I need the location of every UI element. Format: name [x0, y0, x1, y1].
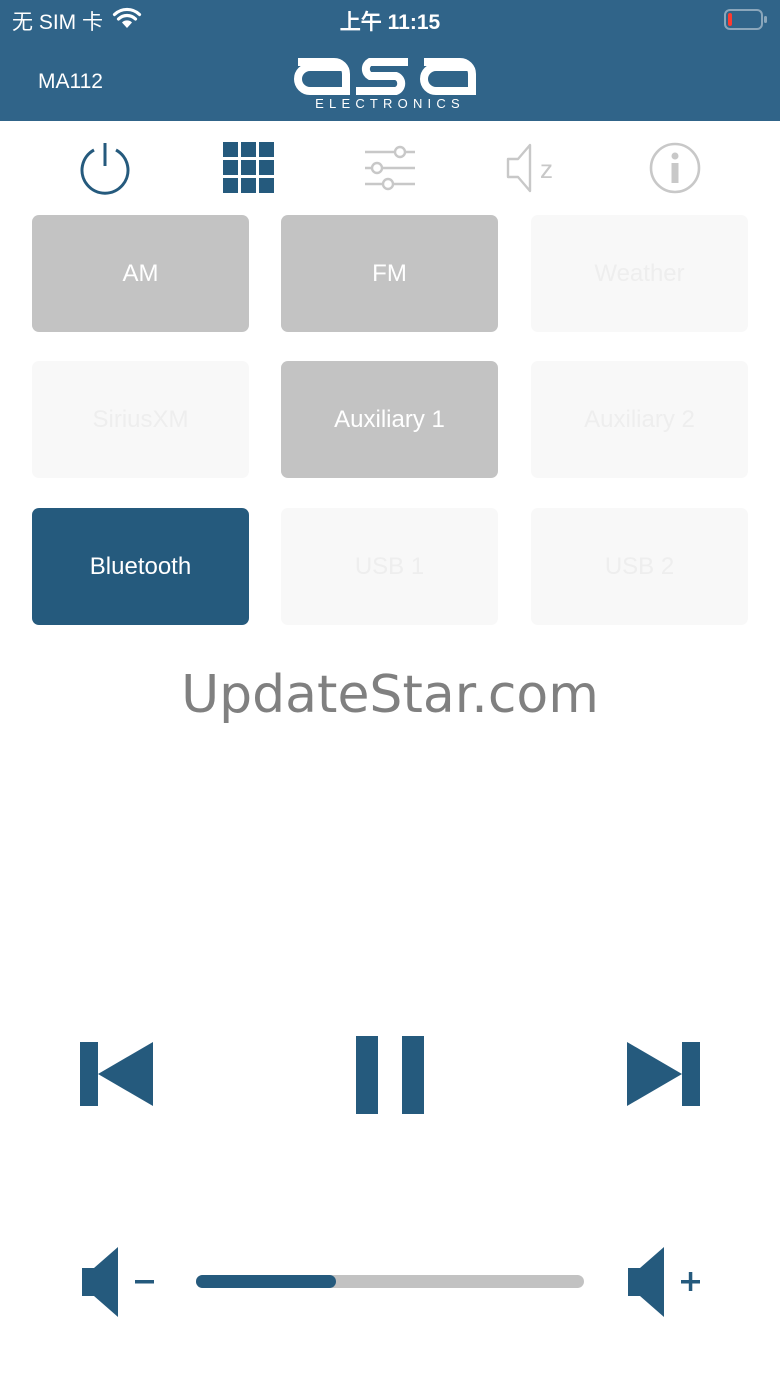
battery-low-icon [724, 9, 767, 30]
info-icon [649, 142, 701, 194]
volume-slider[interactable] [196, 1275, 584, 1288]
app-header: 无 SIM 卡 上午 11:15 MA112 ELECTRONICS [0, 0, 780, 121]
status-time: 上午 11:15 [339, 11, 441, 34]
source-label: FM [372, 259, 407, 287]
tab-equalizer[interactable] [360, 138, 420, 198]
source-label: Weather [594, 259, 685, 287]
svg-text:z: z [540, 154, 553, 184]
source-label: USB 2 [604, 552, 675, 580]
next-track-button[interactable] [622, 1038, 704, 1110]
source-fm[interactable]: FM [281, 215, 498, 332]
pause-icon [356, 1036, 424, 1114]
grid-icon [223, 142, 274, 193]
volume-level [196, 1275, 336, 1288]
volume-down-icon [82, 1247, 154, 1317]
volume-down-button[interactable] [76, 1242, 158, 1322]
volume-up-icon [628, 1247, 700, 1317]
pause-button[interactable] [350, 1030, 430, 1120]
source-label: SiriusXM [92, 405, 189, 433]
source-usb-2: USB 2 [531, 508, 748, 625]
skip-previous-icon [80, 1042, 153, 1106]
logo-subtext: ELECTRONICS [315, 96, 465, 111]
source-label: Auxiliary 2 [584, 405, 695, 433]
source-siriusxm: SiriusXM [32, 361, 249, 478]
source-label: Bluetooth [89, 552, 192, 580]
device-name: MA112 [38, 70, 103, 93]
source-label: USB 1 [354, 552, 425, 580]
source-auxiliary-2: Auxiliary 2 [531, 361, 748, 478]
source-label: AM [122, 259, 159, 287]
source-label: Auxiliary 1 [334, 405, 445, 433]
status-bar: 无 SIM 卡 上午 11:15 [0, 0, 780, 40]
sliders-icon [365, 145, 415, 191]
asa-electronics-logo: ELECTRONICS [294, 58, 476, 111]
tab-power[interactable] [75, 138, 135, 198]
source-bluetooth[interactable]: Bluetooth [32, 508, 249, 625]
tab-zones[interactable]: z [502, 138, 562, 198]
power-icon [80, 143, 130, 195]
mute-speaker-icon: z [506, 143, 553, 193]
tab-sources[interactable] [219, 138, 279, 198]
source-am[interactable]: AM [32, 215, 249, 332]
source-weather: Weather [531, 215, 748, 332]
previous-track-button[interactable] [76, 1038, 158, 1110]
volume-up-button[interactable] [622, 1242, 704, 1322]
source-auxiliary-1[interactable]: Auxiliary 1 [281, 361, 498, 478]
source-usb-1: USB 1 [281, 508, 498, 625]
skip-next-icon [627, 1042, 700, 1106]
watermark: UpdateStar.com [181, 665, 599, 725]
tab-info[interactable] [645, 138, 705, 198]
